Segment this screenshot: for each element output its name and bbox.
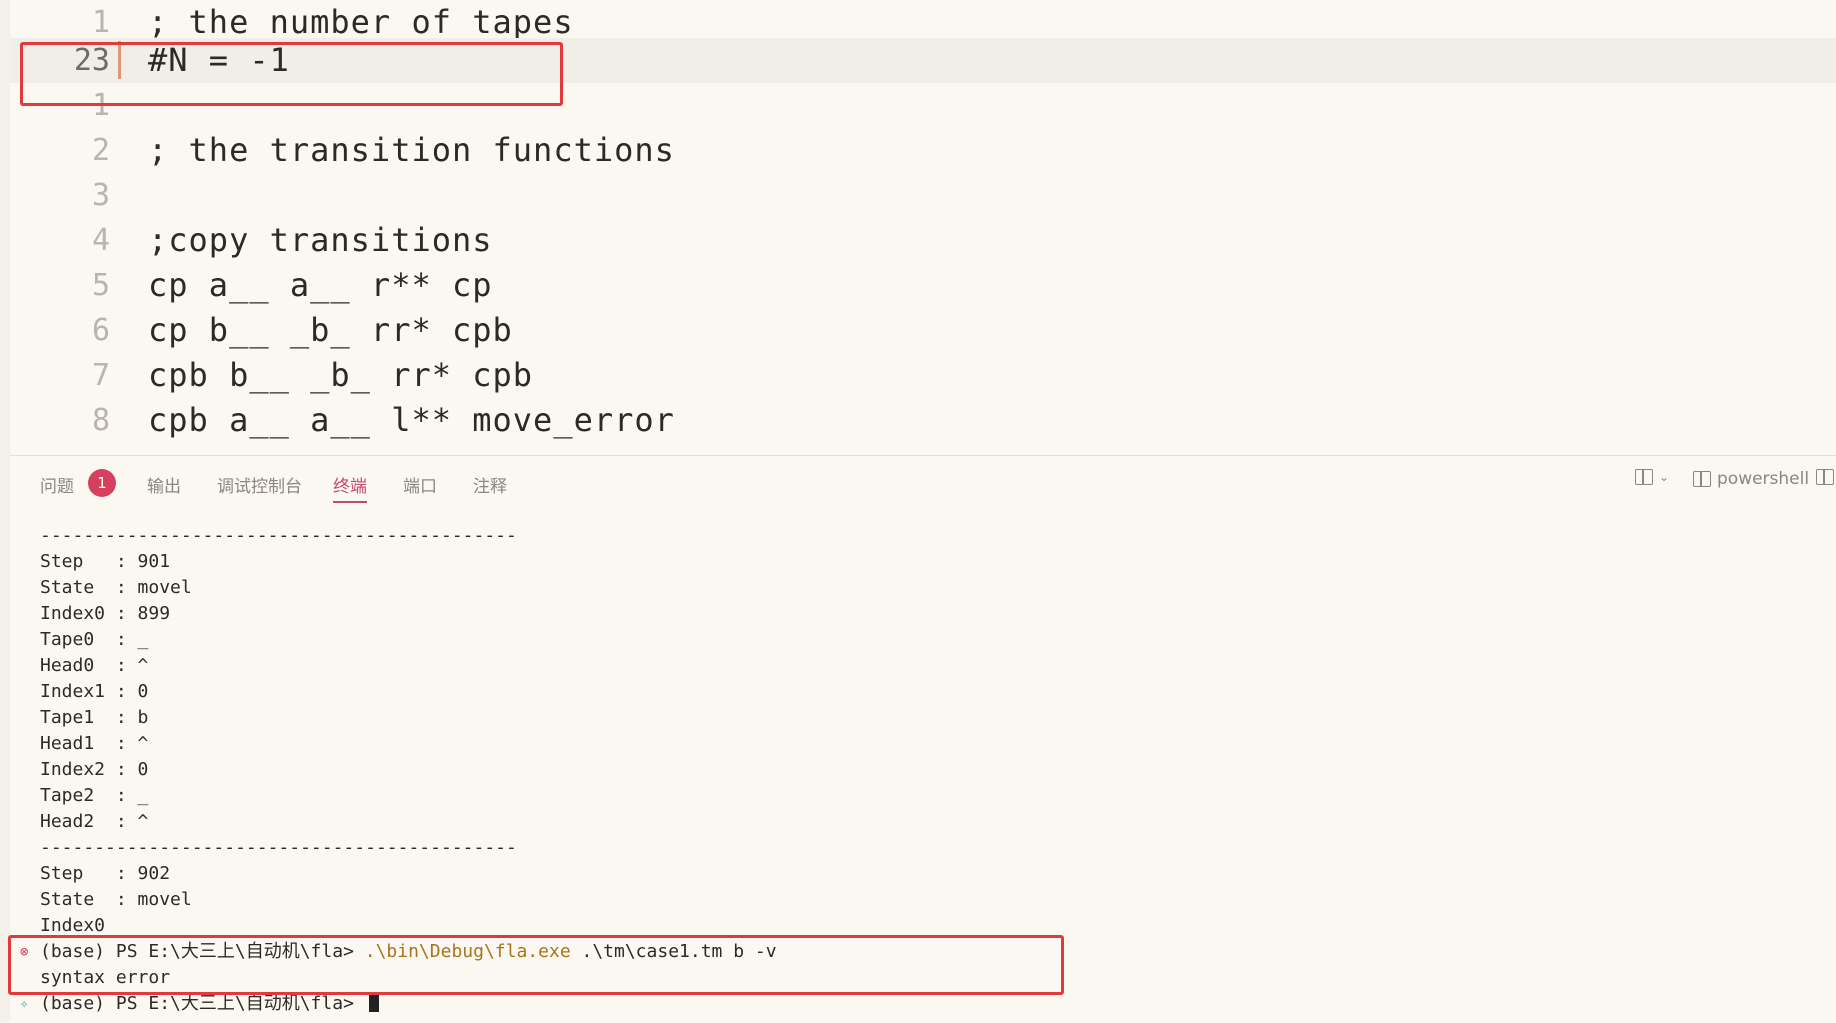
terminal-line: State : movel xyxy=(40,577,192,598)
problems-count-badge: 1 xyxy=(88,469,116,497)
code-editor[interactable]: 1 ; the number of tapes 23 #N = -1 1 2 ;… xyxy=(10,0,1836,455)
code-text[interactable]: cpb a__ a__ l** move_error xyxy=(148,398,675,443)
line-number: 8 xyxy=(91,403,110,438)
editor-line[interactable]: 6 cp b__ _b_ rr* cpb xyxy=(10,308,1836,353)
editor-line[interactable]: 4 ;copy transitions xyxy=(10,218,1836,263)
terminal-line: Head1 : ^ xyxy=(40,733,149,754)
terminal-line: Index2 : 0 xyxy=(40,759,149,780)
panel-tab-bar: 问题 1 输出 调试控制台 终端 端口 注释 ⌄ powershell xyxy=(10,456,1836,511)
line-number: 6 xyxy=(91,313,110,348)
prompt-text: (base) PS E:\大三上\自动机\fla> xyxy=(40,993,365,1014)
split-terminal-button[interactable]: ⌄ xyxy=(1635,469,1669,485)
terminal-output[interactable]: ----------------------------------------… xyxy=(8,516,1836,1023)
tab-comments[interactable]: 注释 xyxy=(473,472,507,497)
code-text[interactable]: cpb b__ _b_ rr* cpb xyxy=(148,353,533,398)
tab-terminal[interactable]: 终端 xyxy=(333,472,367,503)
line-number: 5 xyxy=(91,268,110,303)
terminal-line: Tape1 : b xyxy=(40,707,149,728)
maximize-panel-button[interactable] xyxy=(1816,469,1834,485)
terminal-line: Tape2 : _ xyxy=(40,785,149,806)
code-text[interactable]: cp a__ a__ r** cp xyxy=(148,263,493,308)
terminal-line: ----------------------------------------… xyxy=(40,837,517,858)
tab-problems[interactable]: 问题 xyxy=(40,472,74,497)
terminal-line: Step : 902 xyxy=(40,863,171,884)
terminal-icon xyxy=(1693,471,1711,487)
tab-ports[interactable]: 端口 xyxy=(403,472,437,497)
split-icon xyxy=(1635,469,1653,485)
terminal-line: Head2 : ^ xyxy=(40,811,149,832)
chevron-down-icon: ⌄ xyxy=(1659,470,1670,484)
line-number: 7 xyxy=(91,358,110,393)
tab-debug-console[interactable]: 调试控制台 xyxy=(217,472,302,497)
bottom-panel: 问题 1 输出 调试控制台 终端 端口 注释 ⌄ powershell ----… xyxy=(8,455,1836,1023)
terminal-line: ----------------------------------------… xyxy=(40,525,517,546)
editor-line[interactable]: 7 cpb b__ _b_ rr* cpb xyxy=(10,353,1836,398)
shell-label: powershell xyxy=(1717,469,1810,489)
code-text[interactable]: ; the transition functions xyxy=(148,128,675,173)
code-text[interactable]: cp b__ _b_ rr* cpb xyxy=(148,308,513,353)
terminal-line: Step : 901 xyxy=(40,551,171,572)
line-number: 3 xyxy=(91,178,110,213)
left-edge xyxy=(0,0,10,1022)
code-text[interactable]: ;copy transitions xyxy=(148,218,493,263)
editor-line[interactable]: 5 cp a__ a__ r** cp xyxy=(10,263,1836,308)
terminal-line: Index1 : 0 xyxy=(40,681,149,702)
editor-line[interactable]: 8 cpb a__ a__ l** move_error xyxy=(10,398,1836,443)
line-number: 2 xyxy=(91,133,110,168)
editor-line[interactable]: 2 ; the transition functions xyxy=(10,128,1836,173)
terminal-instance-selector[interactable]: powershell xyxy=(1693,469,1809,489)
terminal-line: Tape0 : _ xyxy=(40,629,149,650)
annotation-highlight-box xyxy=(20,42,563,106)
terminal-line: State : movel xyxy=(40,889,192,910)
terminal-line: Index0 : 899 xyxy=(40,603,171,624)
annotation-highlight-box xyxy=(8,935,1064,995)
panel-layout-icon xyxy=(1816,469,1834,485)
terminal-line: Head0 : ^ xyxy=(40,655,149,676)
editor-line[interactable]: 3 xyxy=(10,173,1836,218)
terminal-cursor xyxy=(368,992,379,1012)
tab-output[interactable]: 输出 xyxy=(147,472,181,497)
line-number: 4 xyxy=(91,223,110,258)
